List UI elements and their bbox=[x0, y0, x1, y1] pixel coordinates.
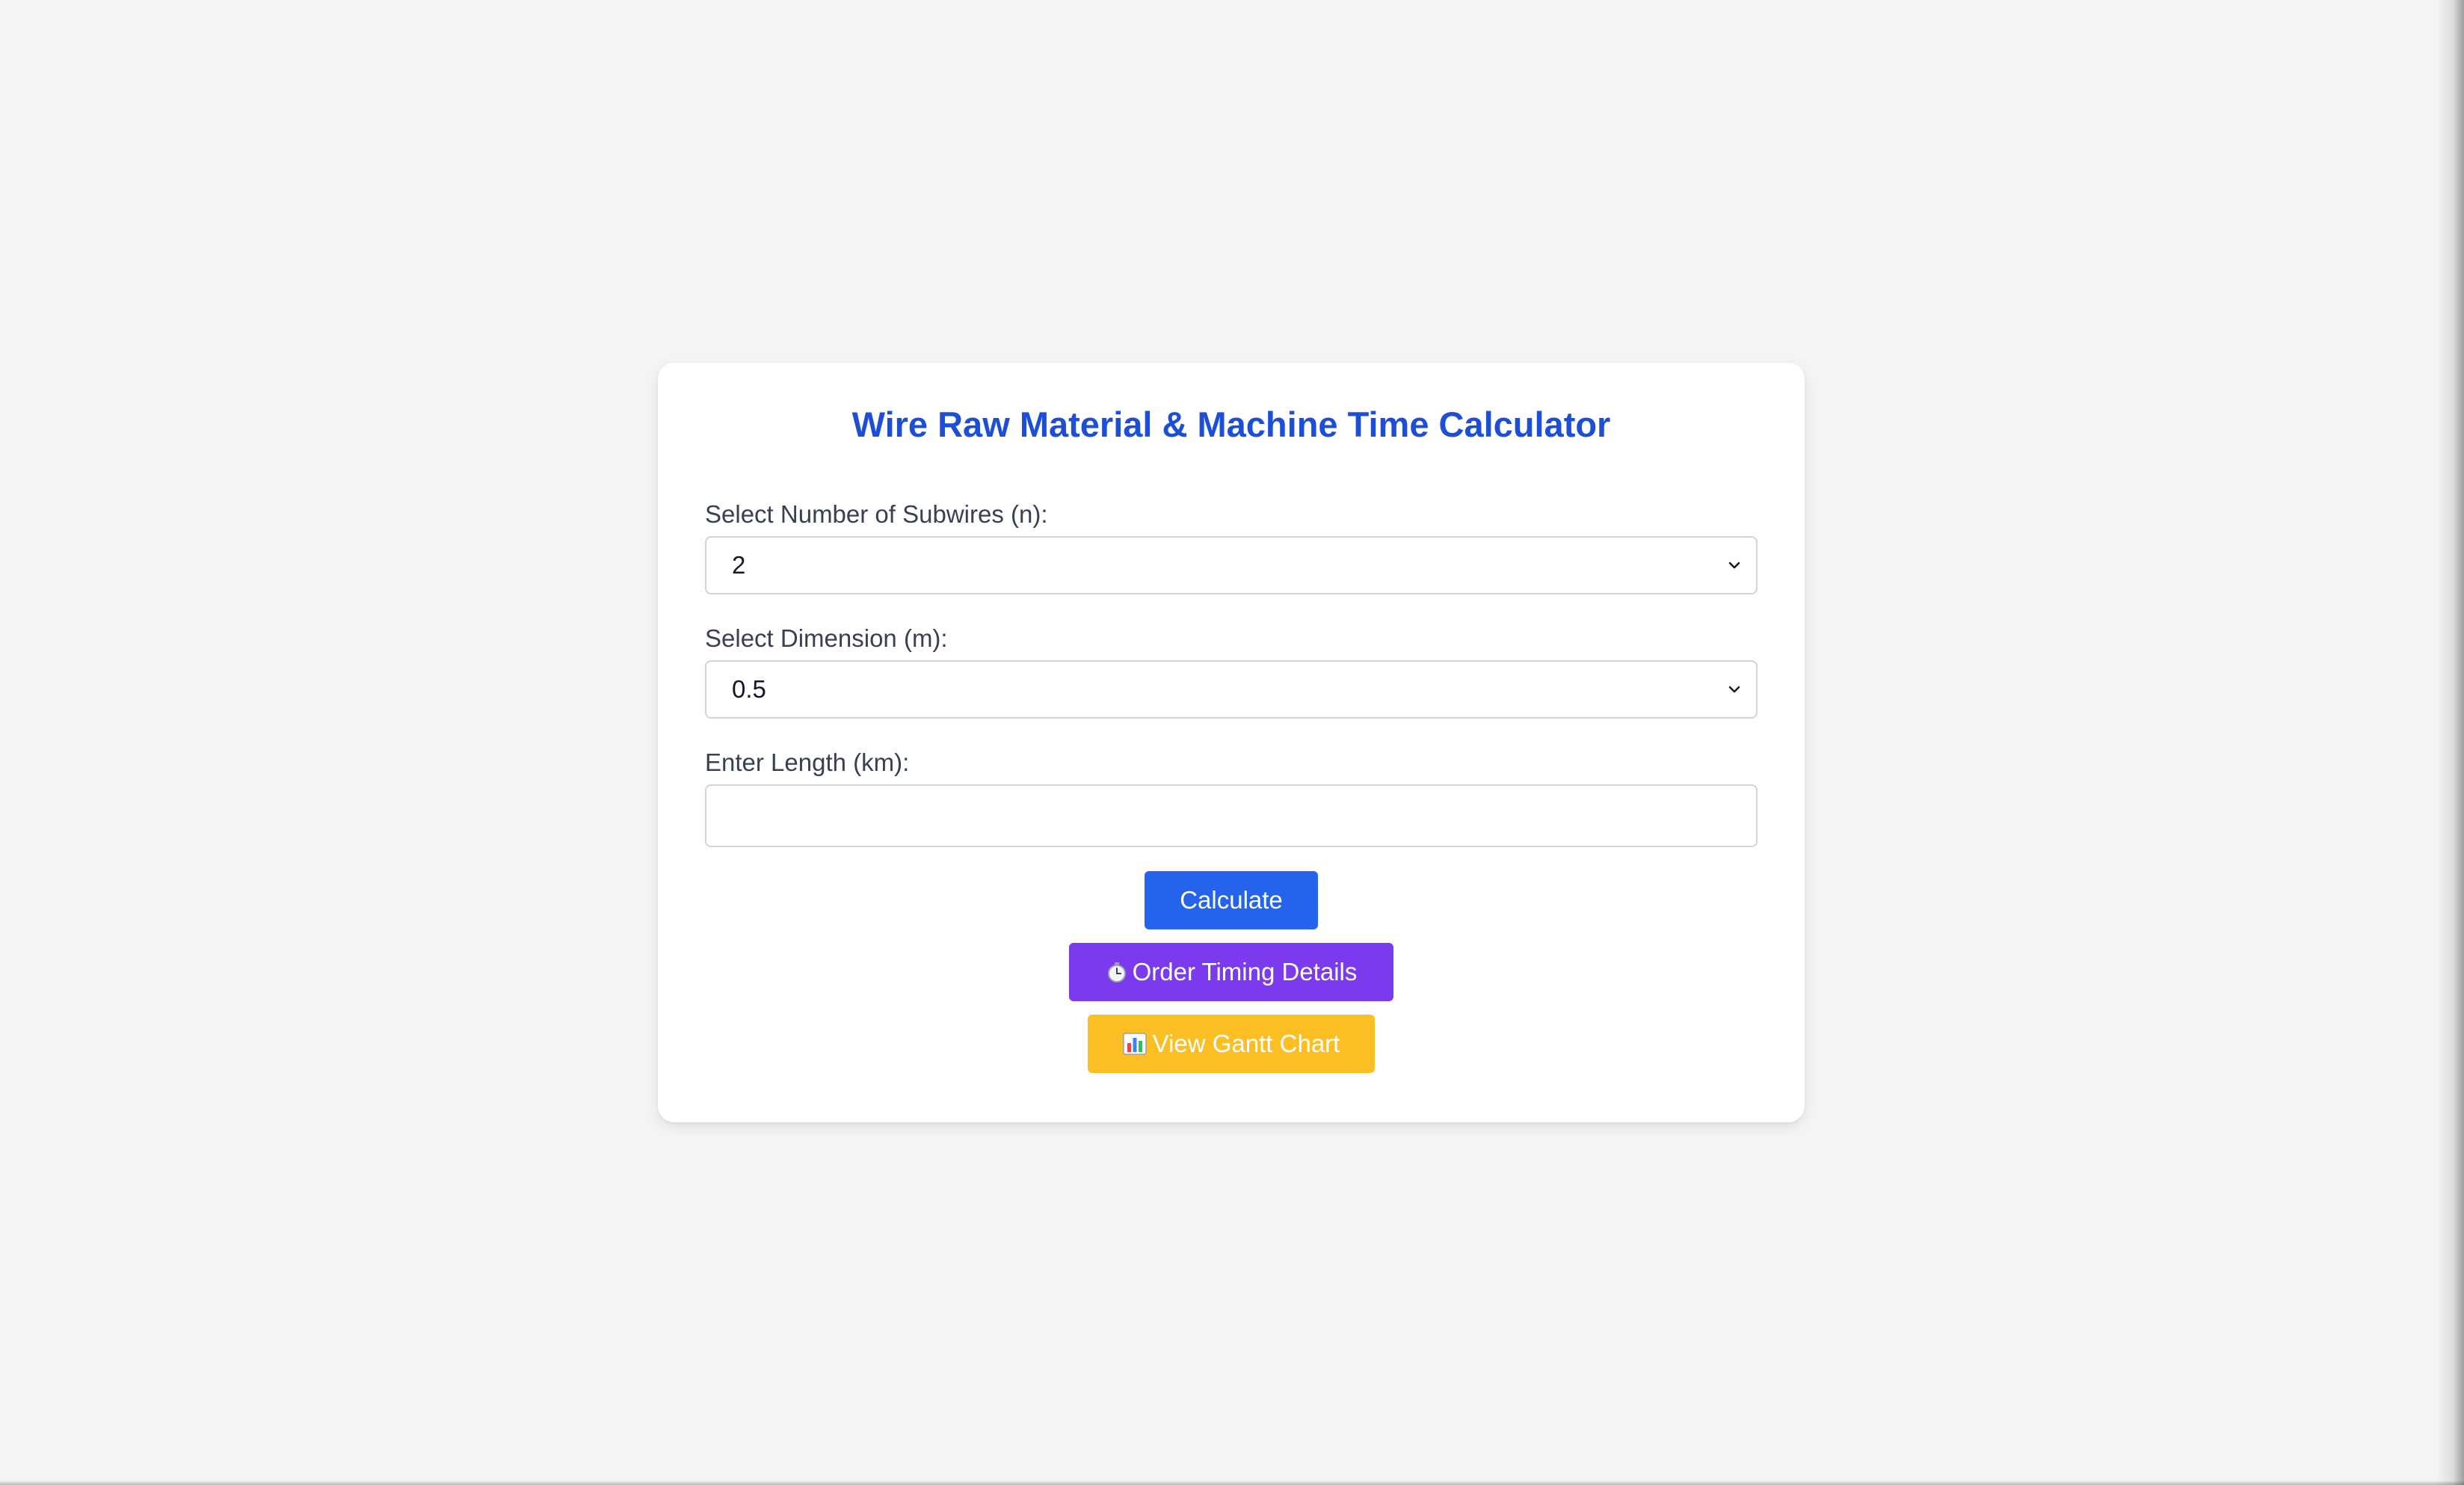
dimension-selected-value: 0.5 bbox=[732, 675, 766, 703]
order-timing-label: Order Timing Details bbox=[1132, 958, 1358, 986]
length-label: Enter Length (km): bbox=[705, 748, 910, 776]
gantt-chart-label: View Gantt Chart bbox=[1152, 1030, 1340, 1057]
stopwatch-icon bbox=[1107, 962, 1126, 983]
subwires-select[interactable]: 2 bbox=[705, 536, 1758, 594]
length-input[interactable] bbox=[705, 784, 1758, 847]
window-bottom-shadow bbox=[0, 1481, 2464, 1485]
gantt-row: View Gantt Chart bbox=[658, 1015, 1805, 1073]
page-title: Wire Raw Material & Machine Time Calcula… bbox=[851, 405, 1611, 444]
chevron-down-icon bbox=[1728, 686, 1740, 693]
calculator-card: Wire Raw Material & Machine Time Calcula… bbox=[658, 363, 1805, 1122]
chevron-down-icon bbox=[1728, 562, 1740, 569]
calculate-row: Calculate bbox=[658, 871, 1805, 929]
subwires-label: Select Number of Subwires (n): bbox=[705, 500, 1048, 528]
bar-chart-icon bbox=[1122, 1033, 1147, 1055]
gantt-chart-button[interactable]: View Gantt Chart bbox=[1088, 1015, 1375, 1073]
order-timing-button[interactable]: Order Timing Details bbox=[1069, 943, 1393, 1001]
dimension-label: Select Dimension (m): bbox=[705, 624, 948, 652]
window-edge-shadow bbox=[2437, 0, 2464, 1485]
order-timing-row: Order Timing Details bbox=[658, 943, 1805, 1001]
subwires-selected-value: 2 bbox=[732, 551, 746, 579]
dimension-select[interactable]: 0.5 bbox=[705, 660, 1758, 719]
calculate-button[interactable]: Calculate bbox=[1145, 871, 1318, 929]
